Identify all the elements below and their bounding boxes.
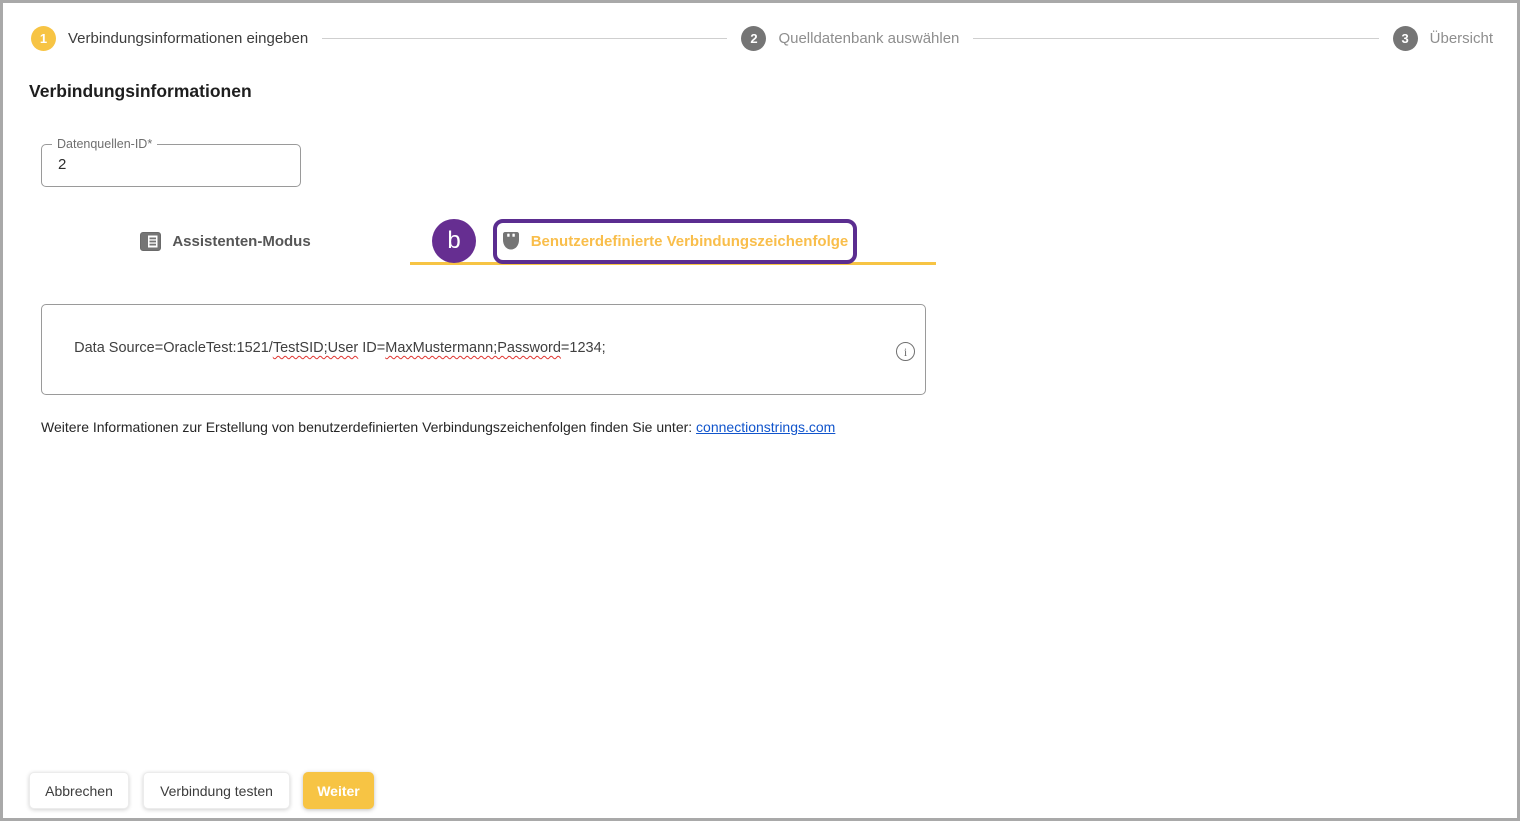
connection-string-text: Data Source=OracleTest:1521/ xyxy=(74,340,273,356)
helper-text: Weitere Informationen zur Erstellung von… xyxy=(41,419,835,435)
stepper-step-1[interactable]: 1 Verbindungsinformationen eingeben xyxy=(31,26,308,51)
misspelled-segment: MaxMustermann;Password xyxy=(385,340,561,356)
step-2-circle: 2 xyxy=(741,26,766,51)
stepper-connector xyxy=(322,38,727,39)
annotation-highlight-box: Benutzerdefinierte Verbindungszeichenfol… xyxy=(493,219,857,264)
info-icon[interactable]: i xyxy=(896,342,915,361)
stepper-step-2[interactable]: 2 Quelldatenbank auswählen xyxy=(741,26,959,51)
misspelled-segment: TestSID;User xyxy=(273,340,358,356)
step-2-label: Quelldatenbank auswählen xyxy=(778,30,959,47)
connection-mode-tabs: Assistenten-Modus b Benutzerdefinierte V… xyxy=(41,219,936,264)
datasource-id-value: 2 xyxy=(58,156,66,173)
plug-icon xyxy=(502,231,520,253)
page-title: Verbindungsinformationen xyxy=(29,81,252,102)
helper-text-body: Weitere Informationen zur Erstellung von… xyxy=(41,419,696,435)
connection-string-input[interactable]: Data Source=OracleTest:1521/TestSID;User… xyxy=(41,304,926,395)
wizard-stepper: 1 Verbindungsinformationen eingeben 2 Qu… xyxy=(31,26,1493,51)
step-1-label: Verbindungsinformationen eingeben xyxy=(68,30,308,47)
next-button[interactable]: Weiter xyxy=(303,772,374,809)
tab-custom-connection-string-label: Benutzerdefinierte Verbindungszeichenfol… xyxy=(531,233,849,250)
connection-string-text: =1234; xyxy=(561,340,606,356)
stepper-step-3[interactable]: 3 Übersicht xyxy=(1393,26,1493,51)
annotation-badge-b: b xyxy=(432,219,476,263)
tab-wizard-mode[interactable]: Assistenten-Modus xyxy=(41,219,410,264)
tab-wizard-mode-label: Assistenten-Modus xyxy=(172,233,310,250)
cancel-button[interactable]: Abbrechen xyxy=(29,772,129,809)
app-window: 1 Verbindungsinformationen eingeben 2 Qu… xyxy=(0,0,1520,821)
step-3-label: Übersicht xyxy=(1430,30,1493,47)
step-3-circle: 3 xyxy=(1393,26,1418,51)
step-1-circle: 1 xyxy=(31,26,56,51)
test-connection-button[interactable]: Verbindung testen xyxy=(143,772,290,809)
connection-string-text: ID= xyxy=(358,340,385,356)
datasource-id-label: Datenquellen-ID* xyxy=(52,137,157,152)
connectionstrings-link[interactable]: connectionstrings.com xyxy=(696,419,835,435)
stepper-connector xyxy=(973,38,1378,39)
wizard-mode-icon xyxy=(140,232,161,251)
datasource-id-field[interactable]: Datenquellen-ID* 2 xyxy=(41,144,301,187)
